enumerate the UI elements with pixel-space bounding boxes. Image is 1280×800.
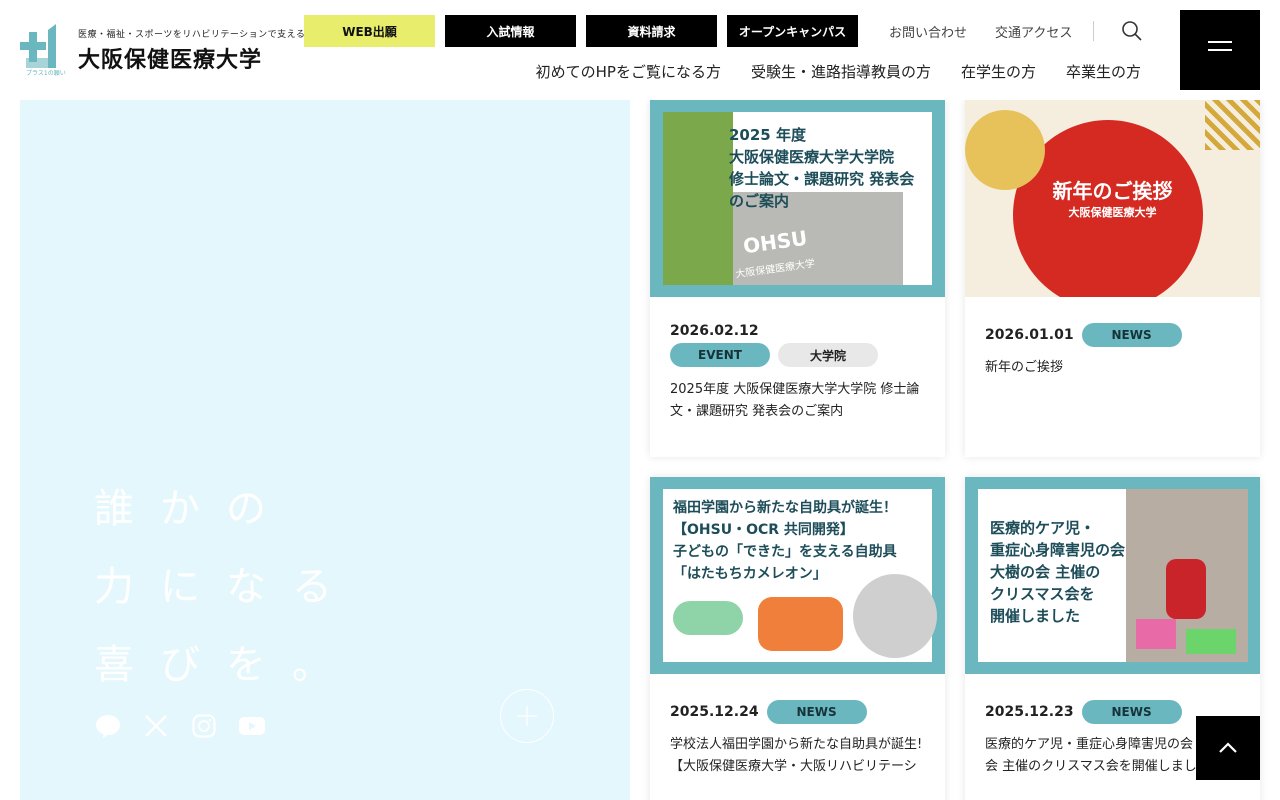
card-date: 2026.01.01 xyxy=(985,327,1074,343)
hero-line-1: 誰かの xyxy=(94,486,292,532)
site-header: プラス1の願い 医療・福祉・スポーツをリハビリテーションで支える 大阪保健医療大… xyxy=(0,0,1280,100)
social-links xyxy=(94,712,266,740)
card-title: 学校法人福田学園から新たな自助具が誕生!【大阪保健医療大学・大阪リハビリテーショ… xyxy=(670,737,923,774)
utility-links: お問い合わせ 交通アクセス xyxy=(889,22,1072,41)
divider xyxy=(1093,21,1094,41)
thumb-line: 大樹の会 主催の xyxy=(990,563,1101,581)
hero-panel: 誰かの 力になる 喜びを。 xyxy=(20,100,630,800)
hero-expand-button[interactable] xyxy=(500,689,554,743)
youtube-icon[interactable] xyxy=(238,712,266,740)
thumb-line: 大阪保健医療大学大学院 xyxy=(729,148,895,166)
chameleon-illustration xyxy=(673,601,743,635)
thumb-line: 医療的ケア児・ xyxy=(990,519,1096,537)
party-photo xyxy=(1126,489,1248,662)
logo-plus-one-icon: プラス1の願い xyxy=(20,24,66,77)
card-title: 新年のご挨拶 xyxy=(985,360,1064,375)
search-icon[interactable] xyxy=(1121,20,1143,42)
hero-line-2: 力になる xyxy=(94,564,358,610)
x-icon[interactable] xyxy=(142,712,170,740)
nav-item-students[interactable]: 在学生の方 xyxy=(961,61,1036,82)
pattern-decoration xyxy=(1205,100,1260,150)
category-tag[interactable]: EVENT xyxy=(670,343,770,367)
thumb-line: 開催しました xyxy=(990,607,1081,625)
thumb-line: 修士論文・課題研究 発表会 xyxy=(729,170,915,188)
thumb-line: のご案内 xyxy=(729,192,790,210)
news-card[interactable]: 新年のご挨拶 大阪保健医療大学 2026.01.01 NEWS 新年のご挨拶 xyxy=(965,100,1260,457)
hamburger-icon xyxy=(1208,43,1232,51)
category-tag[interactable]: NEWS xyxy=(1081,700,1182,724)
hamburger-menu-button[interactable] xyxy=(1180,10,1260,90)
news-card[interactable]: 2025 年度 大阪保健医療大学大学院 修士論文・課題研究 発表会 のご案内 O… xyxy=(650,100,945,457)
card-thumbnail: 福田学園から新たな自助具が誕生！ 【OHSU・OCR 共同開発】 子どもの「でき… xyxy=(650,477,945,674)
nav-item-first-visit[interactable]: 初めてのHPをご覧になる方 xyxy=(536,61,721,82)
top-cta-buttons: WEB出願 入試情報 資料請求 オープンキャンパス xyxy=(304,15,858,47)
news-card[interactable]: 福田学園から新たな自助具が誕生！ 【OHSU・OCR 共同開発】 子どもの「でき… xyxy=(650,477,945,800)
nav-item-applicants[interactable]: 受験生・進路指導教員の方 xyxy=(751,61,931,82)
access-link[interactable]: 交通アクセス xyxy=(995,22,1072,41)
card-date: 2025.12.24 xyxy=(670,704,759,720)
chevron-up-icon xyxy=(1219,742,1237,753)
orange-tool-illustration xyxy=(758,597,843,651)
site-logo[interactable]: プラス1の願い 医療・福祉・スポーツをリハビリテーションで支える 大阪保健医療大… xyxy=(20,24,306,77)
hero-catchphrase: 誰かの 力になる 喜びを。 xyxy=(94,470,358,704)
request-materials-button[interactable]: 資料請求 xyxy=(586,15,717,47)
open-campus-button[interactable]: オープンキャンパス xyxy=(727,15,858,47)
contact-link[interactable]: お問い合わせ xyxy=(889,22,967,41)
card-date: 2025.12.23 xyxy=(985,704,1074,720)
line-icon[interactable] xyxy=(94,712,122,740)
back-to-top-button[interactable] xyxy=(1196,716,1260,780)
thumb-line: 2025 年度 xyxy=(729,126,806,144)
card-thumbnail: 2025 年度 大阪保健医療大学大学院 修士論文・課題研究 発表会 のご案内 O… xyxy=(650,100,945,297)
web-application-button[interactable]: WEB出願 xyxy=(304,15,435,47)
hand-photo xyxy=(853,574,937,658)
category-tag[interactable]: NEWS xyxy=(766,700,867,724)
hero-line-3: 喜びを。 xyxy=(94,642,358,688)
thumb-line: 【OHSU・OCR 共同開発】 xyxy=(673,522,854,538)
instagram-icon[interactable] xyxy=(190,712,218,740)
logo-caption: プラス1の願い xyxy=(26,70,66,77)
admission-info-button[interactable]: 入試情報 xyxy=(445,15,576,47)
thumb-line: 新年のご挨拶 xyxy=(1052,179,1173,203)
thumb-line: 福田学園から新たな自助具が誕生！ xyxy=(673,500,897,516)
main-nav: 初めてのHPをご覧になる方 受験生・進路指導教員の方 在学生の方 卒業生の方 xyxy=(536,61,1141,82)
thumb-line: 大阪保健医療大学 xyxy=(1068,206,1157,219)
category-tag[interactable]: NEWS xyxy=(1081,323,1182,347)
category-tag[interactable]: 大学院 xyxy=(778,343,878,367)
card-title: 2025年度 大阪保健医療大学大学院 修士論文・課題研究 発表会のご案内 xyxy=(670,382,920,419)
temari-decoration xyxy=(965,110,1045,190)
nav-item-alumni[interactable]: 卒業生の方 xyxy=(1066,61,1141,82)
logo-name: 大阪保健医療大学 xyxy=(78,47,263,73)
thumb-line: 「はたもちカメレオン」 xyxy=(673,566,827,582)
card-thumbnail: 新年のご挨拶 大阪保健医療大学 xyxy=(965,100,1260,297)
thumb-line: 重症心身障害児の会 xyxy=(990,541,1126,559)
tree-illustration xyxy=(663,112,733,285)
card-date: 2026.02.12 xyxy=(670,323,759,339)
plus-icon xyxy=(517,706,537,726)
thumb-line: 子どもの「できた」を支える自助具 xyxy=(673,544,897,560)
card-thumbnail: 医療的ケア児・ 重症心身障害児の会 大樹の会 主催の クリスマス会を 開催しまし… xyxy=(965,477,1260,674)
logo-tagline: 医療・福祉・スポーツをリハビリテーションで支える xyxy=(78,29,306,40)
thumb-line: クリスマス会を xyxy=(990,585,1095,603)
